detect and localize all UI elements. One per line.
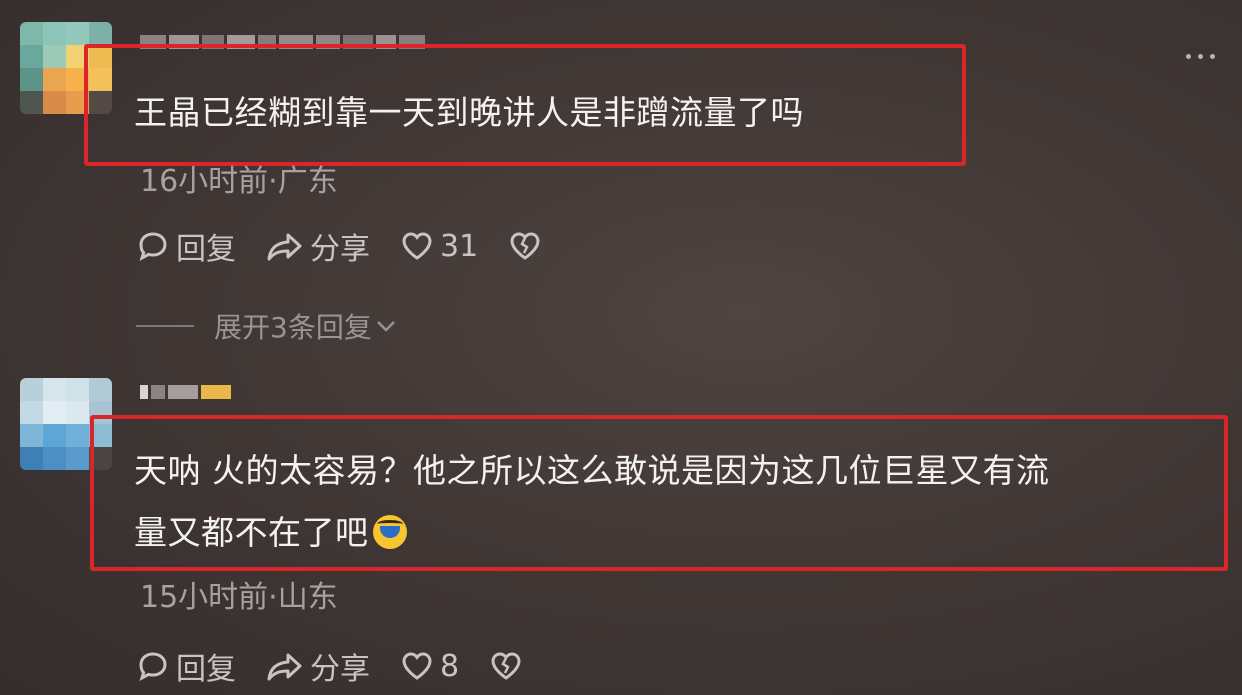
like-button[interactable]: 8 xyxy=(400,649,459,684)
expand-replies-label: 展开3条回复 xyxy=(214,311,372,344)
like-count: 8 xyxy=(440,648,460,684)
heart-icon xyxy=(402,232,432,260)
chevron-down-icon xyxy=(376,321,395,332)
comment-meta: 16小时前·广东 xyxy=(140,164,338,199)
comment-actions: 回复 分享 31 xyxy=(136,224,578,268)
comment-meta: 15小时前·山东 xyxy=(140,580,338,615)
comment-text-line-1: 天呐 火的太容易？他之所以这么敢说是因为这几位巨星又有流 xyxy=(134,451,1050,490)
broken-heart-icon xyxy=(491,652,521,680)
expand-replies[interactable]: 展开3条回复 xyxy=(136,306,398,346)
broken-heart-icon xyxy=(510,232,540,260)
like-count: 31 xyxy=(440,228,479,264)
comment-actions: 回复 分享 8 xyxy=(136,644,559,688)
share-label: 分享 xyxy=(310,652,370,687)
dislike-button[interactable] xyxy=(489,649,529,683)
share-button[interactable]: 分享 xyxy=(266,224,370,268)
comment-text-line-2: 量又都不在了吧 xyxy=(134,503,407,563)
share-arrow-icon xyxy=(267,233,302,261)
username[interactable] xyxy=(140,384,234,399)
reply-button[interactable]: 回复 xyxy=(136,644,236,688)
dislike-button[interactable] xyxy=(508,229,548,263)
share-button[interactable]: 分享 xyxy=(266,644,370,688)
reply-label: 回复 xyxy=(176,232,236,267)
heart-icon xyxy=(402,652,432,680)
comment-text: 王晶已经糊到靠一天到晚讲人是非蹭流量了吗 xyxy=(134,93,804,132)
divider-line xyxy=(136,325,194,327)
comment-bubble-icon xyxy=(139,652,167,682)
like-button[interactable]: 31 xyxy=(400,229,478,264)
reply-button[interactable]: 回复 xyxy=(136,224,236,268)
comment-text-line-2-content: 量又都不在了吧 xyxy=(134,513,369,552)
comment-bubble-icon xyxy=(139,232,167,262)
crying-laughing-emoji-icon xyxy=(372,514,407,549)
more-dots-icon[interactable] xyxy=(1186,46,1222,66)
reply-label: 回复 xyxy=(176,652,236,687)
share-arrow-icon xyxy=(267,653,302,681)
share-label: 分享 xyxy=(310,232,370,267)
